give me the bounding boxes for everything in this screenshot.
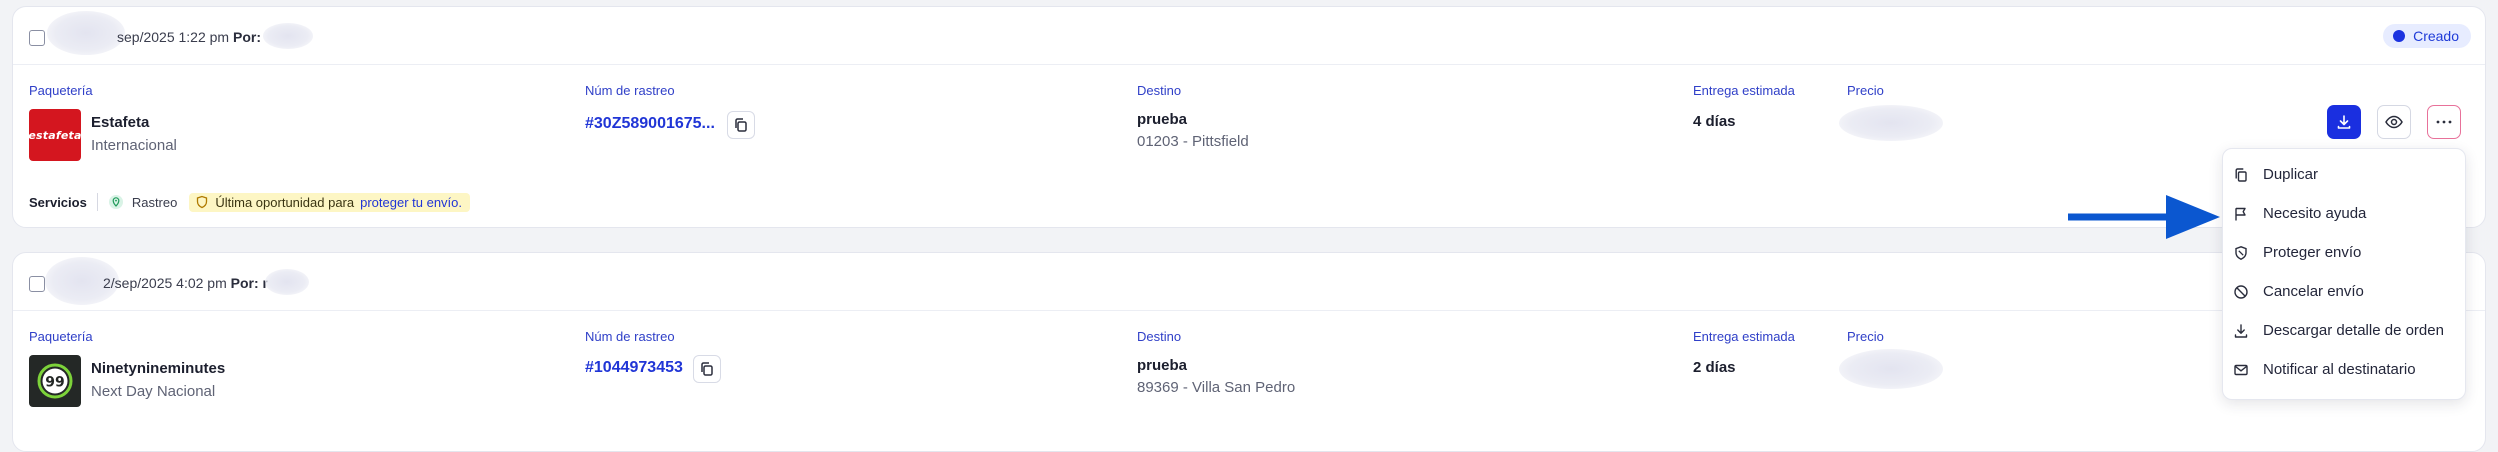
- shipment-date: 2/sep/2025 4:02 pm: [103, 275, 227, 291]
- shipment-meta: sep/2025 1:22 pm Por:: [117, 29, 261, 45]
- divider: [96, 193, 98, 211]
- promo-text: Última oportunidad para: [215, 194, 355, 210]
- protection-promo: Última oportunidad para proteger tu enví…: [189, 192, 471, 212]
- cancel-icon: [2234, 284, 2248, 299]
- shipment-meta: 2/sep/2025 4:02 pm Por: r: [103, 275, 268, 291]
- col-destination: Destino: [1137, 329, 1182, 344]
- price-redacted: [1839, 349, 1943, 389]
- user-name-redacted: [265, 269, 309, 295]
- shipment-date: sep/2025 1:22 pm: [117, 29, 230, 45]
- shipment-card-header: sep/2025 1:22 pm Por: Creado: [13, 7, 2485, 65]
- estafeta-logo-text: estafeta: [28, 128, 82, 142]
- download-icon: [2337, 115, 2351, 129]
- destination-name: prueba: [1137, 111, 1188, 128]
- menu-item-label: Cancelar envío: [2263, 283, 2364, 300]
- location-pin-icon: [108, 195, 123, 209]
- status-label: Creado: [2413, 28, 2459, 44]
- menu-item-proteger-envio[interactable]: Proteger envío: [2223, 233, 2465, 272]
- menu-item-label: Descargar detalle de orden: [2263, 322, 2444, 339]
- ellipsis-icon: [2436, 120, 2452, 124]
- col-carrier: Paquetería: [29, 329, 93, 344]
- ninetynineminutes-logo: 99: [29, 355, 81, 407]
- carrier-service: Internacional: [91, 137, 177, 154]
- col-carrier: Paquetería: [29, 83, 93, 98]
- annotation-arrow-icon: [2068, 195, 2220, 239]
- avatar: [47, 11, 125, 55]
- more-options-menu: Duplicar Necesito ayuda Proteger envío C…: [2222, 148, 2466, 400]
- estimated-delivery: 4 días: [1693, 113, 1736, 130]
- ninetynine-logo-mark: 99: [37, 363, 73, 399]
- download-label-button[interactable]: [2327, 105, 2361, 139]
- price-redacted: [1839, 105, 1943, 141]
- copy-icon: [735, 118, 747, 132]
- carrier-name: Ninetynineminutes: [91, 360, 226, 377]
- shield-icon: [2235, 245, 2247, 260]
- col-tracking: Núm de rastreo: [585, 83, 675, 98]
- copy-icon: [2235, 167, 2247, 182]
- status-dot-icon: [2393, 30, 2406, 42]
- destination-address: 01203 - Pittsfield: [1137, 133, 1249, 150]
- tracking-number-link[interactable]: #30Z589001675...: [585, 115, 715, 133]
- copy-icon: [701, 362, 713, 376]
- carrier-service: Next Day Nacional: [91, 383, 216, 400]
- tracking-number-link[interactable]: #1044973453: [585, 359, 683, 377]
- menu-item-duplicar[interactable]: Duplicar: [2223, 155, 2465, 194]
- col-estimated: Entrega estimada: [1693, 83, 1795, 98]
- menu-item-label: Necesito ayuda: [2263, 205, 2367, 222]
- more-options-button[interactable]: [2427, 105, 2461, 139]
- col-destination: Destino: [1137, 83, 1182, 98]
- menu-item-descargar-detalle[interactable]: Descargar detalle de orden: [2223, 311, 2465, 350]
- download-icon: [2234, 323, 2248, 338]
- flag-icon: [2235, 207, 2246, 220]
- estimated-delivery: 2 días: [1693, 359, 1736, 376]
- carrier-name: Estafeta: [91, 114, 150, 131]
- menu-item-notificar-destinatario[interactable]: Notificar al destinatario: [2223, 350, 2465, 389]
- shield-icon: [197, 195, 208, 209]
- copy-tracking-button[interactable]: [727, 111, 755, 139]
- created-by-label: Por:: [232, 29, 261, 45]
- mail-icon: [2234, 364, 2248, 375]
- view-shipment-button[interactable]: [2377, 105, 2411, 139]
- shipment-card: 2/sep/2025 4:02 pm Por: r Paquetería Núm…: [12, 252, 2486, 452]
- select-checkbox[interactable]: [29, 30, 45, 46]
- eye-icon: [2385, 115, 2403, 129]
- col-tracking: Núm de rastreo: [585, 329, 675, 344]
- ninetynine-logo-text: 99: [45, 375, 64, 391]
- copy-tracking-button[interactable]: [693, 355, 721, 383]
- estafeta-logo: estafeta: [28, 109, 82, 161]
- menu-item-cancelar-envio[interactable]: Cancelar envío: [2223, 272, 2465, 311]
- col-price: Precio: [1847, 329, 1884, 344]
- shipment-card-header: 2/sep/2025 4:02 pm Por: r: [13, 253, 2485, 311]
- col-estimated: Entrega estimada: [1693, 329, 1795, 344]
- user-name-redacted: [263, 23, 313, 49]
- menu-item-necesito-ayuda[interactable]: Necesito ayuda: [2223, 194, 2465, 233]
- menu-item-label: Notificar al destinatario: [2263, 361, 2416, 378]
- protect-shipment-link[interactable]: proteger tu envío.: [360, 195, 462, 210]
- col-price: Precio: [1847, 83, 1884, 98]
- destination-name: prueba: [1137, 357, 1188, 374]
- menu-item-label: Proteger envío: [2263, 244, 2362, 261]
- select-checkbox[interactable]: [29, 276, 45, 292]
- services-label: Servicios: [29, 194, 87, 210]
- service-rastreo: Rastreo: [131, 194, 178, 210]
- services-row: Servicios Rastreo Última oportunidad par…: [29, 191, 471, 213]
- created-by-label: Por: r: [230, 275, 268, 291]
- status-badge: Creado: [2383, 24, 2471, 48]
- destination-address: 89369 - Villa San Pedro: [1137, 379, 1296, 396]
- menu-item-label: Duplicar: [2263, 166, 2319, 183]
